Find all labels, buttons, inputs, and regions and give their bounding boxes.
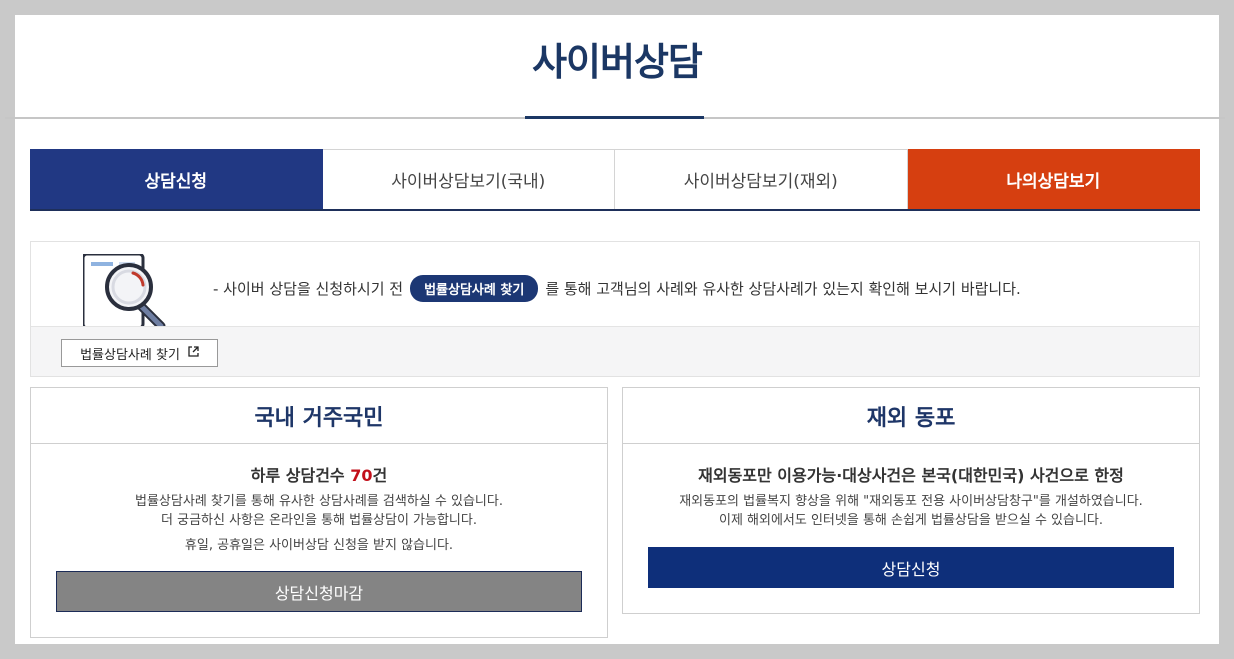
- domestic-description: 법률상담사례 찾기를 통해 유사한 상담사례를 검색하실 수 있습니다. 더 궁…: [31, 492, 607, 530]
- overseas-desc-line1: 재외동포의 법률복지 향상을 위해 "재외동포 전용 사이버상담창구"를 개설하…: [679, 494, 1143, 509]
- overseas-description: 재외동포의 법률복지 향상을 위해 "재외동포 전용 사이버상담창구"를 개설하…: [623, 492, 1199, 530]
- domestic-card-title: 국내 거주국민: [31, 388, 607, 444]
- daily-count-text: 하루 상담건수 70건: [31, 462, 607, 486]
- overseas-desc-line2: 이제 해외에서도 인터넷을 통해 손쉽게 법률상담을 받으실 수 있습니다.: [718, 513, 1104, 528]
- daily-count-suffix: 건: [372, 466, 388, 485]
- notice-top: - 사이버 상담을 신청하시기 전 법률상담사례 찾기 를 통해 고객님의 사례…: [31, 242, 1199, 328]
- tab-my-consult[interactable]: 나의상담보기: [907, 149, 1200, 209]
- tab-cyber-domestic[interactable]: 사이버상담보기(국내): [322, 149, 615, 209]
- tab-cyber-overseas[interactable]: 사이버상담보기(재외): [615, 149, 908, 209]
- consult-apply-button[interactable]: 상담신청: [648, 547, 1174, 588]
- magnifier-document-icon: [83, 254, 166, 328]
- daily-count-value: 70: [350, 466, 373, 485]
- external-link-icon: [188, 346, 199, 360]
- title-area: 사이버상담: [5, 15, 1225, 119]
- daily-count-prefix: 하루 상담건수: [250, 466, 351, 485]
- legal-case-search-button[interactable]: 법률상담사례 찾기: [61, 339, 218, 367]
- overseas-subtitle: 재외동포만 이용가능·대상사건은 본국(대한민국) 사건으로 한정: [698, 466, 1124, 485]
- overseas-card: 재외 동포 재외동포만 이용가능·대상사건은 본국(대한민국) 사건으로 한정 …: [622, 387, 1200, 614]
- notice-suffix: 를 통해 고객님의 사례와 유사한 상담사례가 있는지 확인해 보시기 바랍니다…: [545, 280, 1021, 298]
- tab-bar: 상담신청 사이버상담보기(국내) 사이버상담보기(재외) 나의상담보기: [30, 149, 1200, 211]
- notice-bottom: 법률상담사례 찾기: [31, 326, 1199, 376]
- holiday-note: 휴일, 공휴일은 사이버상담 신청을 받지 않습니다.: [184, 538, 454, 553]
- page-title: 사이버상담: [532, 40, 703, 84]
- legal-case-search-pill[interactable]: 법률상담사례 찾기: [410, 275, 539, 302]
- overseas-card-title: 재외 동포: [623, 388, 1199, 444]
- page-container: 사이버상담 상담신청 사이버상담보기(국내) 사이버상담보기(재외) 나의상담보…: [5, 15, 1225, 644]
- domestic-desc-line1: 법률상담사례 찾기를 통해 유사한 상담사례를 검색하실 수 있습니다.: [135, 494, 503, 509]
- consult-closed-button[interactable]: 상담신청마감: [56, 571, 582, 612]
- legal-case-search-label: 법률상담사례 찾기: [80, 347, 180, 363]
- title-underline: [525, 116, 704, 119]
- tab-consult-apply[interactable]: 상담신청: [30, 149, 323, 209]
- notice-text: - 사이버 상담을 신청하시기 전 법률상담사례 찾기 를 통해 고객님의 사례…: [213, 275, 1021, 302]
- domestic-desc-line2: 더 궁금하신 사항은 온라인을 통해 법률상담이 가능합니다.: [161, 513, 477, 528]
- domestic-card: 국내 거주국민 하루 상담건수 70건 법률상담사례 찾기를 통해 유사한 상담…: [30, 387, 608, 638]
- notice-box: - 사이버 상담을 신청하시기 전 법률상담사례 찾기 를 통해 고객님의 사례…: [30, 241, 1200, 377]
- notice-prefix: - 사이버 상담을 신청하시기 전: [213, 280, 404, 298]
